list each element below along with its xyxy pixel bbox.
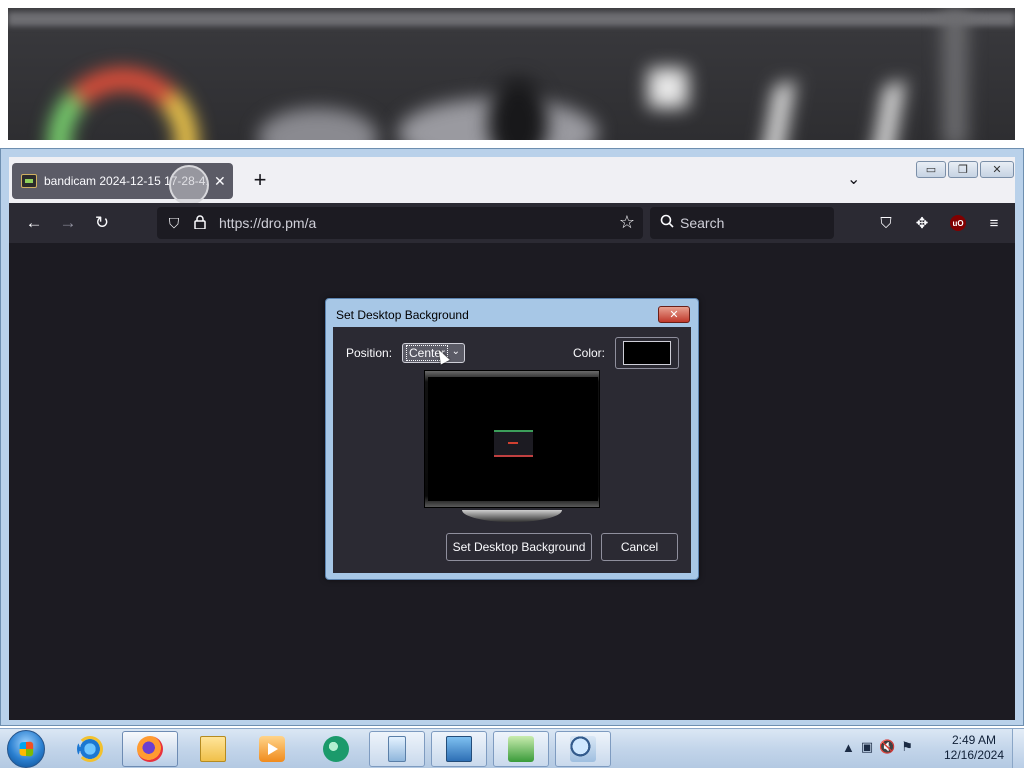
taskbar-document[interactable]	[369, 731, 425, 767]
search-input[interactable]	[680, 215, 820, 231]
window-close-button[interactable]: ✕	[980, 161, 1014, 178]
extensions-icon[interactable]: ✥	[905, 206, 939, 240]
ublock-origin-icon: uO	[950, 215, 966, 231]
color-swatch	[623, 341, 671, 365]
monitor-stand	[462, 510, 562, 522]
blurred-shape	[48, 68, 198, 140]
tab-close-icon[interactable]: ✕	[214, 173, 226, 190]
bandicam-favicon-icon	[21, 174, 37, 188]
minimize-button[interactable]: ▭	[916, 161, 946, 178]
folder-icon	[200, 736, 226, 762]
position-label: Position:	[346, 346, 393, 360]
taskbar-control-panel[interactable]	[431, 731, 487, 767]
lock-svg-icon	[194, 214, 206, 230]
toolbar-icons: ⛉ ✥ uO ≡	[869, 206, 1011, 240]
blurred-shape	[760, 83, 906, 140]
control-panel-icon	[446, 736, 472, 762]
navigation-toolbar: ← → ↻ ⛉ https://dro.pm/a ☆ Search ⛉ ✥ uO…	[9, 203, 1015, 243]
blurred-video-area	[8, 8, 1015, 140]
media-player-icon	[323, 736, 349, 762]
network-icon[interactable]: ▣	[861, 739, 873, 755]
search-tool-icon	[570, 736, 596, 762]
url-bar[interactable]: ⛉ https://dro.pm/a ☆	[157, 207, 643, 239]
cancel-button[interactable]: Cancel	[601, 533, 678, 561]
back-button[interactable]: ←	[17, 206, 51, 240]
firefox-window: bandicam 2024-12-15 17-28-41 ✕ + ⌄ ▭ ❐ ✕…	[0, 148, 1024, 726]
taskbar-windows-media-player[interactable]	[308, 731, 364, 767]
volume-muted-icon[interactable]: 🔇	[879, 739, 895, 755]
dialog-close-button[interactable]: ✕	[658, 306, 690, 323]
ublock-origin-button[interactable]: uO	[941, 206, 975, 240]
windows-taskbar: ▲ ▣ 🔇 ⚑ 2:49 AM 12/16/2024	[0, 728, 1024, 768]
internet-explorer-icon	[77, 736, 103, 762]
document-icon	[388, 736, 406, 762]
show-desktop-button[interactable]	[1012, 729, 1024, 768]
position-select[interactable]: Center ⌄	[402, 343, 465, 363]
taskbar-internet-explorer[interactable]	[62, 731, 118, 767]
blurred-shape	[488, 78, 548, 140]
search-icon	[660, 214, 674, 232]
network-tool-icon	[508, 736, 534, 762]
tracking-protection-shield-icon[interactable]: ⛉	[161, 215, 187, 232]
system-tray: ▲ ▣ 🔇 ⚑	[842, 739, 913, 755]
taskbar-search-tool[interactable]	[555, 731, 611, 767]
taskbar-firefox[interactable]	[122, 731, 178, 767]
list-all-tabs-button[interactable]: ⌄	[847, 169, 860, 189]
lock-icon[interactable]	[187, 214, 213, 232]
dialog-title: Set Desktop Background	[336, 308, 469, 322]
taskbar-media-center[interactable]	[244, 731, 300, 767]
clock[interactable]: 2:49 AM 12/16/2024	[938, 733, 1010, 763]
media-center-icon	[259, 736, 285, 762]
monitor-frame	[424, 370, 600, 508]
search-bar[interactable]	[650, 207, 834, 239]
forward-button[interactable]: →	[51, 206, 85, 240]
blurred-shape	[648, 68, 688, 108]
app-menu-icon[interactable]: ≡	[977, 206, 1011, 240]
window-controls: ▭ ❐ ✕	[916, 161, 1014, 178]
taskbar-network-tool[interactable]	[493, 731, 549, 767]
set-desktop-background-dialog: Set Desktop Background ✕ Position: Cente…	[325, 298, 699, 580]
page-content: Set Desktop Background ✕ Position: Cente…	[9, 243, 1015, 720]
cursor-highlight-circle	[169, 165, 209, 205]
action-center-flag-icon[interactable]: ⚑	[901, 739, 913, 755]
firefox-icon	[137, 736, 163, 762]
centered-image-preview	[494, 430, 533, 457]
color-label: Color:	[573, 346, 606, 360]
set-desktop-background-button[interactable]: Set Desktop Background	[446, 533, 592, 561]
tray-chevron-up-icon[interactable]: ▲	[842, 740, 855, 755]
blurred-strip	[8, 12, 1015, 26]
url-text[interactable]: https://dro.pm/a	[219, 215, 316, 231]
chevron-down-icon: ⌄	[451, 346, 460, 357]
tab-bar: bandicam 2024-12-15 17-28-41 ✕ + ⌄ ▭ ❐ ✕	[9, 157, 1015, 205]
bookmark-star-icon[interactable]: ☆	[619, 212, 635, 233]
blurred-shape	[258, 108, 378, 140]
new-tab-button[interactable]: +	[245, 166, 275, 196]
monitor-preview	[424, 370, 600, 526]
start-button[interactable]	[7, 730, 45, 768]
magnifier-svg-icon	[660, 214, 674, 228]
restore-button[interactable]: ❐	[948, 161, 978, 178]
taskbar-windows-explorer[interactable]	[185, 731, 241, 767]
clock-time: 2:49 AM	[951, 733, 997, 747]
pocket-icon[interactable]: ⛉	[869, 206, 903, 240]
dialog-body: Position: Center ⌄ Color: Set Desktop Ba…	[333, 327, 691, 573]
reload-button[interactable]: ↻	[85, 206, 119, 240]
blurred-shape	[943, 8, 967, 140]
monitor-screen	[428, 377, 598, 501]
color-picker-button[interactable]	[615, 337, 679, 369]
clock-date: 12/16/2024	[943, 748, 1005, 762]
